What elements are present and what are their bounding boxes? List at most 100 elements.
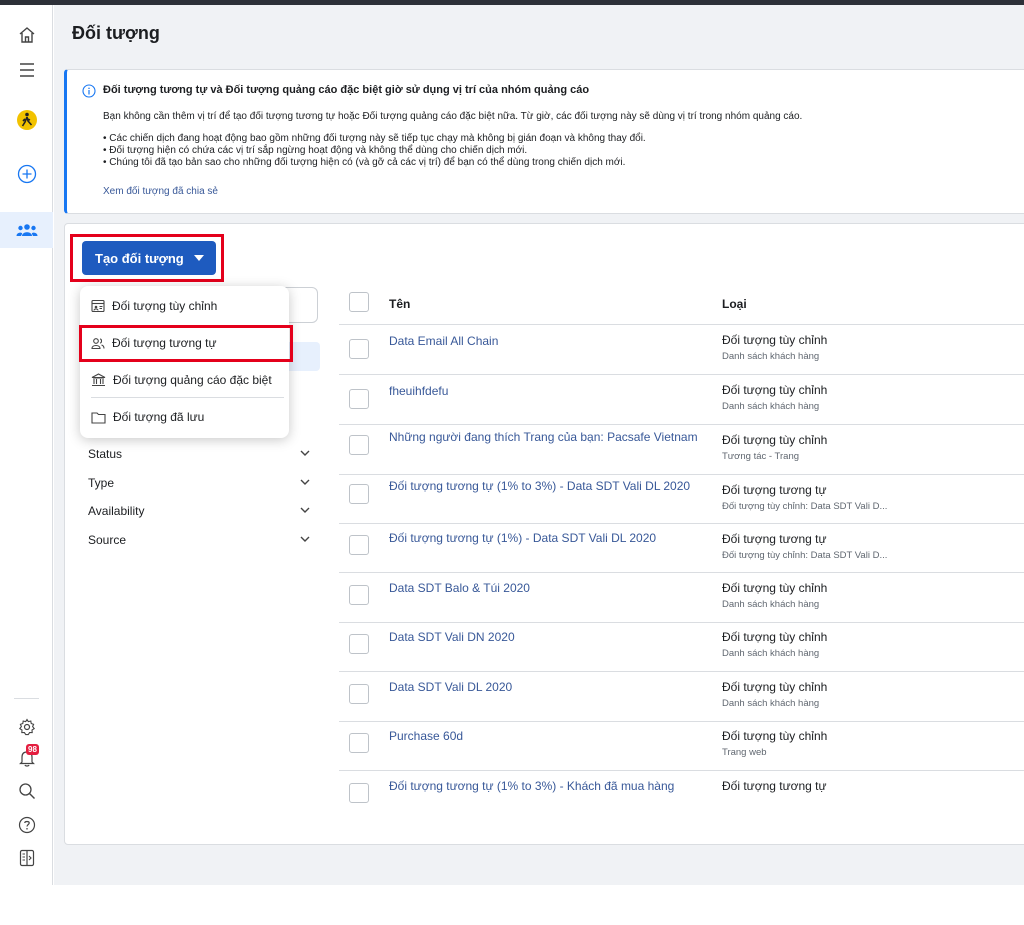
chevron-down-icon xyxy=(300,479,310,485)
column-header-name[interactable]: Tên xyxy=(389,297,410,311)
chevron-down-icon xyxy=(300,450,310,456)
row-checkbox[interactable] xyxy=(349,684,369,704)
audience-name-link[interactable]: Data SDT Vali DL 2020 xyxy=(389,679,704,695)
audience-type: Đối tượng tùy chỉnh xyxy=(722,680,828,694)
audiences-icon[interactable] xyxy=(0,212,53,248)
page-title: Đối tượng xyxy=(72,23,160,43)
audience-subtype: Trang web xyxy=(722,747,767,758)
row-checkbox[interactable] xyxy=(349,783,369,803)
table-row[interactable]: Data SDT Vali DL 2020 Đối tượng tùy chỉn… xyxy=(339,672,1024,722)
audience-name-link[interactable]: Đối tượng tương tự (1% to 3%) - Khách đã… xyxy=(389,778,704,794)
filter-availability[interactable]: Availability xyxy=(88,504,310,524)
view-shared-audiences-link[interactable]: Xem đối tượng đã chia sẻ xyxy=(103,186,218,197)
row-checkbox[interactable] xyxy=(349,484,369,504)
column-header-type[interactable]: Loại xyxy=(722,297,747,311)
menu-item-label: Đối tượng tùy chỉnh xyxy=(112,299,218,313)
left-sidebar: 98 xyxy=(0,5,53,885)
select-all-checkbox[interactable] xyxy=(349,292,369,312)
create-audience-dropdown: Đối tượng tùy chỉnh Đối tượng tương tự Đ… xyxy=(80,286,289,438)
filter-label: Source xyxy=(88,533,127,547)
notice-bullet: • Đối tượng hiện có chứa các vị trí sắp … xyxy=(103,145,528,156)
settings-icon[interactable] xyxy=(0,711,53,743)
create-audience-button[interactable]: Tạo đối tượng xyxy=(82,241,216,275)
row-checkbox[interactable] xyxy=(349,389,369,409)
row-checkbox[interactable] xyxy=(349,733,369,753)
audience-name-link[interactable]: fheuihfdefu xyxy=(389,383,704,399)
table-row[interactable]: Đối tượng tương tự (1%) - Data SDT Vali … xyxy=(339,523,1024,573)
special-ad-audience-icon xyxy=(91,373,106,387)
notice-body: Bạn không cần thêm vị trí để tạo đối tượ… xyxy=(103,111,803,122)
audience-subtype: Danh sách khách hàng xyxy=(722,401,820,412)
audience-name-link[interactable]: Đối tượng tương tự (1%) - Data SDT Vali … xyxy=(389,530,704,546)
notice-bullet: • Chúng tôi đã tạo bản sao cho những đối… xyxy=(103,157,626,168)
custom-audience-icon xyxy=(91,299,105,313)
audience-subtype: Danh sách khách hàng xyxy=(722,351,820,362)
audience-subtype: Danh sách khách hàng xyxy=(722,698,820,709)
create-icon[interactable] xyxy=(0,158,53,190)
audience-type: Đối tượng tùy chỉnh xyxy=(722,433,828,447)
row-checkbox[interactable] xyxy=(349,435,369,455)
audience-type: Đối tượng tương tự xyxy=(722,779,827,793)
audience-name-link[interactable]: Đối tượng tương tự (1% to 3%) - Data SDT… xyxy=(389,478,704,494)
create-audience-label: Tạo đối tượng xyxy=(95,250,184,266)
filter-type[interactable]: Type xyxy=(88,476,310,496)
audience-type: Đối tượng tùy chỉnh xyxy=(722,383,828,397)
audience-subtype: Đối tượng tùy chỉnh: Data SDT Vali D... xyxy=(722,501,888,512)
audience-name-link[interactable]: Purchase 60d xyxy=(389,728,704,744)
notice-bullet: • Các chiến dịch đang hoạt động bao gồm … xyxy=(103,133,646,144)
audience-type: Đối tượng tùy chỉnh xyxy=(722,333,828,347)
audience-type: Đối tượng tùy chỉnh xyxy=(722,729,828,743)
search-icon[interactable] xyxy=(0,775,53,807)
table-row[interactable]: Đối tượng tương tự (1% to 3%) - Khách đã… xyxy=(339,771,1024,807)
filter-label: Availability xyxy=(88,504,145,518)
home-icon[interactable] xyxy=(0,19,53,51)
audience-name-link[interactable]: Data Email All Chain xyxy=(389,333,704,349)
row-checkbox[interactable] xyxy=(349,585,369,605)
table-row[interactable]: Data SDT Vali DN 2020 Đối tượng tùy chỉn… xyxy=(339,622,1024,672)
main-content: Đối tượng Đối tượng tương tự và Đối tượn… xyxy=(54,5,1024,885)
row-checkbox[interactable] xyxy=(349,634,369,654)
audience-subtype: Tương tác - Trang xyxy=(722,451,800,462)
audience-name-link[interactable]: Những người đang thích Trang của bạn: Pa… xyxy=(389,429,704,445)
row-checkbox[interactable] xyxy=(349,535,369,555)
menu-item-label: Đối tượng quảng cáo đặc biệt xyxy=(113,373,272,387)
account-avatar-icon[interactable] xyxy=(0,104,53,136)
menu-item-special-ad-audience[interactable]: Đối tượng quảng cáo đặc biệt xyxy=(80,363,289,397)
menu-item-saved-audience[interactable]: Đối tượng đã lưu xyxy=(80,400,289,434)
filter-label: Type xyxy=(88,476,115,490)
audience-type: Đối tượng tương tự xyxy=(722,483,827,497)
chevron-down-icon xyxy=(300,507,310,513)
table-row[interactable]: Những người đang thích Trang của bạn: Pa… xyxy=(339,425,1024,475)
filter-label: Status xyxy=(88,447,123,461)
chevron-down-icon xyxy=(300,536,310,542)
caret-down-icon xyxy=(193,255,204,261)
notifications-icon[interactable]: 98 xyxy=(0,742,53,774)
filter-status[interactable]: Status xyxy=(88,447,310,467)
audience-subtype: Đối tượng tùy chỉnh: Data SDT Vali D... xyxy=(722,550,888,561)
folder-icon xyxy=(91,411,106,424)
sidebar-divider xyxy=(14,698,39,699)
table-row[interactable]: Purchase 60d Đối tượng tùy chỉnh Trang w… xyxy=(339,721,1024,771)
audience-type: Đối tượng tương tự xyxy=(722,532,827,546)
table-row[interactable]: Data SDT Balo & Túi 2020 Đối tượng tùy c… xyxy=(339,573,1024,623)
menu-item-label: Đối tượng đã lưu xyxy=(113,410,205,424)
audience-subtype: Danh sách khách hàng xyxy=(722,599,820,610)
row-checkbox[interactable] xyxy=(349,339,369,359)
filter-source[interactable]: Source xyxy=(88,533,310,553)
panel-toggle-icon[interactable] xyxy=(0,842,53,874)
help-icon[interactable] xyxy=(0,809,53,841)
menu-item-custom-audience[interactable]: Đối tượng tùy chỉnh xyxy=(80,289,289,323)
audience-subtype: Danh sách khách hàng xyxy=(722,648,820,659)
audience-type: Đối tượng tùy chỉnh xyxy=(722,630,828,644)
table-row[interactable]: fheuihfdefu Đối tượng tùy chỉnh Danh sác… xyxy=(339,375,1024,425)
menu-divider xyxy=(91,397,284,398)
table-row[interactable]: Đối tượng tương tự (1% to 3%) - Data SDT… xyxy=(339,474,1024,524)
audience-name-link[interactable]: Data SDT Balo & Túi 2020 xyxy=(389,580,704,596)
info-notice: Đối tượng tương tự và Đối tượng quảng cá… xyxy=(64,69,1024,214)
menu-icon[interactable] xyxy=(0,54,53,86)
audience-name-link[interactable]: Data SDT Vali DN 2020 xyxy=(389,629,704,645)
notification-badge: 98 xyxy=(26,744,39,755)
table-row[interactable]: Data Email All Chain Đối tượng tùy chỉnh… xyxy=(339,325,1024,375)
audience-type: Đối tượng tùy chỉnh xyxy=(722,581,828,595)
lookalike-highlight xyxy=(79,325,293,362)
